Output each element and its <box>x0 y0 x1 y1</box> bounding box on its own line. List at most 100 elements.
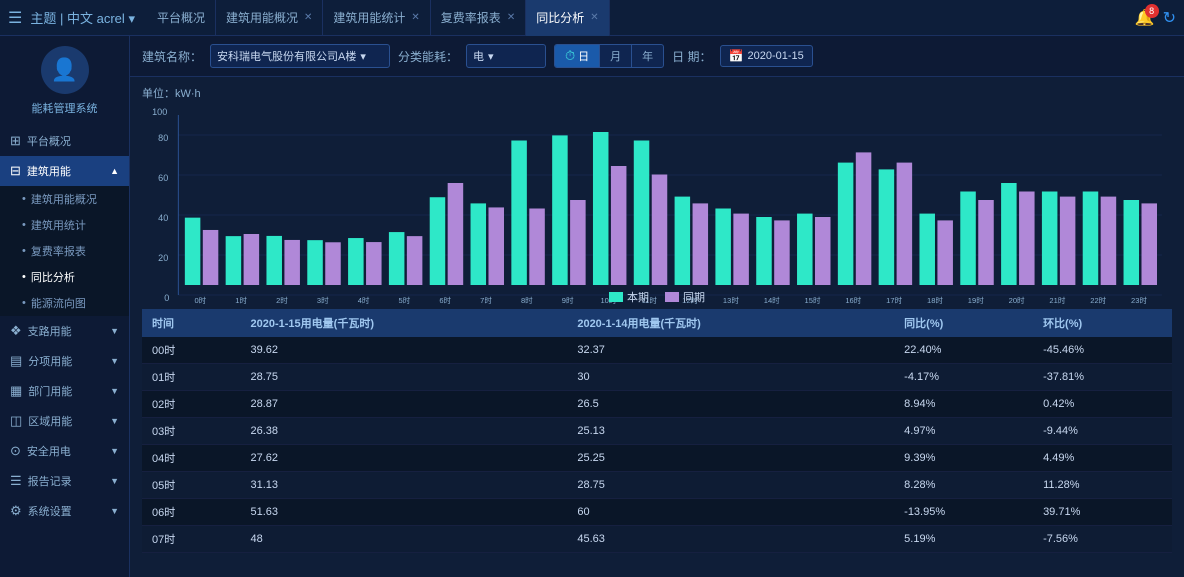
safety-arrow-icon: ▼ <box>110 446 119 456</box>
cell-mom: -37.81% <box>1033 364 1172 391</box>
bar-previous <box>448 183 464 285</box>
bar-previous <box>897 163 913 285</box>
hour-label: 2时 <box>276 295 288 305</box>
tab-rate-report[interactable]: 复费率报表 ✕ <box>431 0 526 36</box>
bar-previous <box>815 217 831 285</box>
cell-prev: 25.25 <box>567 445 894 472</box>
legend-previous-color <box>665 292 679 302</box>
svg-text:60: 60 <box>158 173 168 183</box>
view-btn-month[interactable]: 月 <box>600 45 632 67</box>
building-label: 建筑名称： <box>142 48 202 65</box>
hour-label: 20时 <box>1009 295 1025 305</box>
bar-current <box>919 214 935 285</box>
svg-text:80: 80 <box>158 133 168 143</box>
hour-label: 6时 <box>439 295 451 305</box>
cell-cur: 27.62 <box>241 445 568 472</box>
bar-previous <box>325 242 341 285</box>
menu-icon[interactable]: ☰ <box>8 8 22 28</box>
hour-label: 9时 <box>562 295 574 305</box>
settings-arrow-icon: ▼ <box>110 506 119 516</box>
bar-current <box>715 209 731 286</box>
main-content: 建筑名称： 安科瑞电气股份有限公司A楼 ▾ 分类能耗： 电 ▾ ⏱ 日 月 年 <box>130 36 1184 577</box>
sidebar-item-region[interactable]: ◫ 区域用能 ▼ <box>0 406 129 436</box>
sidebar-item-platform[interactable]: ⊞ 平台概况 <box>0 126 129 156</box>
cell-cur: 28.87 <box>241 391 568 418</box>
cell-hour: 02时 <box>142 391 241 418</box>
tab-yoy-analysis[interactable]: 同比分析 ✕ <box>526 0 609 36</box>
sidebar-item-yoy[interactable]: 同比分析 <box>0 264 129 290</box>
bar-current <box>1083 192 1099 286</box>
close-tab-1[interactable]: ✕ <box>304 12 312 23</box>
bar-current <box>226 236 242 285</box>
sidebar-item-energy-flow[interactable]: 能源流向图 <box>0 290 129 316</box>
hour-label: 15时 <box>805 295 821 305</box>
close-tab-4[interactable]: ✕ <box>590 12 598 23</box>
sidebar-item-settings[interactable]: ⚙ 系统设置 ▼ <box>0 496 129 526</box>
refresh-icon[interactable]: ↻ <box>1163 8 1176 28</box>
date-picker[interactable]: 📅 2020-01-15 <box>720 45 813 67</box>
hour-label: 22时 <box>1090 295 1106 305</box>
safety-icon: ⊙ <box>10 443 21 459</box>
hour-label: 21时 <box>1049 295 1065 305</box>
sidebar-item-building-stats[interactable]: 建筑用统计 <box>0 212 129 238</box>
tab-building-stats[interactable]: 建筑用能统计 ✕ <box>323 0 430 36</box>
table-row: 05时 31.13 28.75 8.28% 11.28% <box>142 472 1172 499</box>
col-cur: 2020-1-15用电量(千瓦时) <box>241 309 568 337</box>
sidebar-item-building-overview[interactable]: 建筑用能概况 <box>0 186 129 212</box>
bar-previous <box>856 152 872 285</box>
sidebar-item-building[interactable]: ⊟ 建筑用能 ▲ <box>0 156 129 186</box>
hour-label: 14时 <box>764 295 780 305</box>
hour-label: 3时 <box>317 295 329 305</box>
cell-hour: 05时 <box>142 472 241 499</box>
main-layout: 👤 能耗管理系统 ⊞ 平台概况 ⊟ 建筑用能 ▲ 建筑用能概况 建筑用统计 复费 <box>0 36 1184 577</box>
view-btn-day[interactable]: ⏱ 日 <box>555 45 600 67</box>
close-tab-3[interactable]: ✕ <box>507 12 515 23</box>
region-icon: ◫ <box>10 413 22 429</box>
hour-label: 18时 <box>927 295 943 305</box>
cell-yoy: -4.17% <box>894 364 1033 391</box>
hour-label: 5时 <box>399 295 411 305</box>
hour-label: 17时 <box>886 295 902 305</box>
bar-current <box>675 197 691 285</box>
sidebar-item-dept[interactable]: ▦ 部门用能 ▼ <box>0 376 129 406</box>
hour-label: 8时 <box>521 295 533 305</box>
cell-yoy: 22.40% <box>894 337 1033 364</box>
sidebar-item-subitem[interactable]: ▤ 分项用能 ▼ <box>0 346 129 376</box>
cell-yoy: 8.94% <box>894 391 1033 418</box>
branch-arrow-icon: ▼ <box>110 326 119 336</box>
bar-previous <box>693 203 709 285</box>
bar-previous <box>366 242 382 285</box>
cell-prev: 45.63 <box>567 526 894 553</box>
tab-building-overview[interactable]: 建筑用能概况 ✕ <box>216 0 323 36</box>
branch-icon: ❖ <box>10 323 22 339</box>
close-tab-2[interactable]: ✕ <box>411 12 419 23</box>
cell-hour: 03时 <box>142 418 241 445</box>
hour-label: 4时 <box>358 295 370 305</box>
category-select[interactable]: 电 ▾ <box>466 44 546 68</box>
cell-cur: 51.63 <box>241 499 568 526</box>
sidebar-item-rate-report[interactable]: 复费率报表 <box>0 238 129 264</box>
chart-wrapper: 0 20 40 60 80 100 0时1时2时3时4时5时6时7时8时9时10… <box>142 105 1172 305</box>
svg-text:40: 40 <box>158 213 168 223</box>
cell-mom: -45.46% <box>1033 337 1172 364</box>
filter-bar: 建筑名称： 安科瑞电气股份有限公司A楼 ▾ 分类能耗： 电 ▾ ⏱ 日 月 年 <box>130 36 1184 77</box>
table-row: 00时 39.62 32.37 22.40% -45.46% <box>142 337 1172 364</box>
cell-cur: 48 <box>241 526 568 553</box>
reports-icon: ☰ <box>10 473 22 489</box>
building-select[interactable]: 安科瑞电气股份有限公司A楼 ▾ <box>210 44 390 68</box>
legend-current-color <box>609 292 623 302</box>
notification-badge: 8 <box>1145 4 1159 18</box>
category-select-arrow: ▾ <box>488 50 494 63</box>
bar-previous <box>978 200 994 285</box>
cell-hour: 04时 <box>142 445 241 472</box>
sidebar-item-reports[interactable]: ☰ 报告记录 ▼ <box>0 466 129 496</box>
sidebar-item-branch[interactable]: ❖ 支路用能 ▼ <box>0 316 129 346</box>
view-btn-year[interactable]: 年 <box>632 45 663 67</box>
tab-platform[interactable]: 平台概况 <box>147 0 216 36</box>
bar-current <box>593 132 609 285</box>
table-row: 01时 28.75 30 -4.17% -37.81% <box>142 364 1172 391</box>
bar-previous <box>203 230 219 285</box>
dept-arrow-icon: ▼ <box>110 386 119 396</box>
hour-label: 13时 <box>723 295 739 305</box>
sidebar-item-safety[interactable]: ⊙ 安全用电 ▼ <box>0 436 129 466</box>
